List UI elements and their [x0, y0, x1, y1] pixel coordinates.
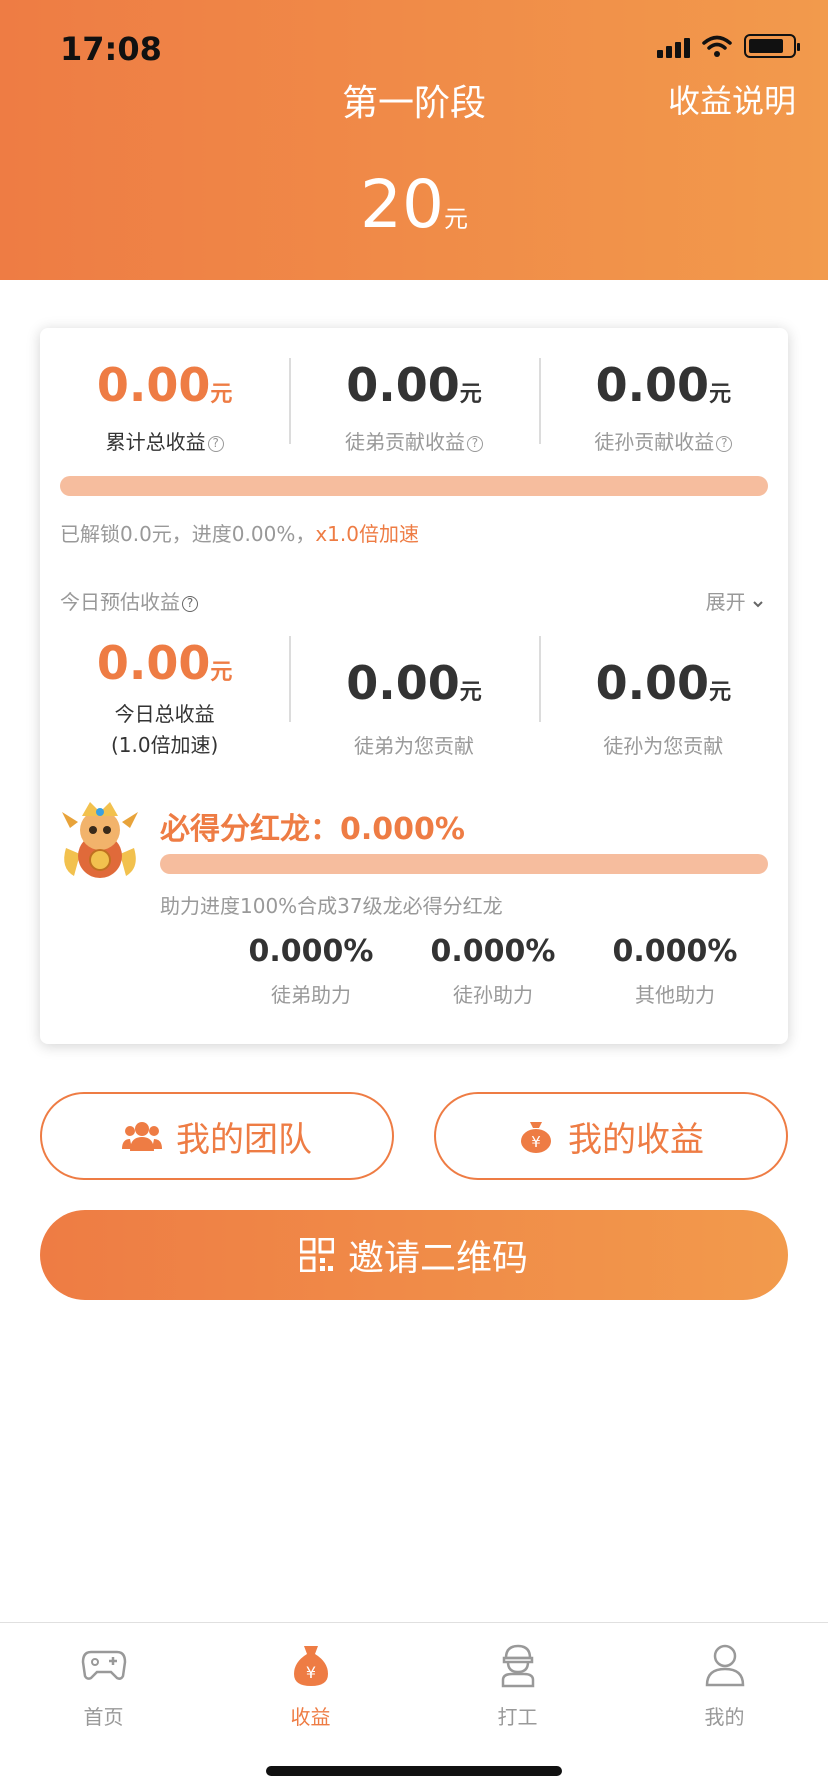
today-label: 今日预估收益? [60, 586, 198, 615]
summary-total-unit: 元 [210, 382, 233, 407]
assist-disciple: 0.000% 徒弟助力 [220, 934, 402, 1008]
stage-amount-value: 20 [360, 166, 444, 243]
tab-home[interactable]: 首页 [0, 1635, 207, 1730]
home-indicator [266, 1766, 562, 1776]
assist-grand-disciple: 0.000% 徒孙助力 [402, 934, 584, 1008]
worker-icon [501, 1644, 534, 1688]
tab-mine-label: 我的 [704, 1705, 745, 1729]
summary-total-label: 累计总收益 [105, 430, 206, 454]
help-icon[interactable]: ? [716, 435, 733, 452]
assist-grand-disciple-label: 徒孙助力 [453, 983, 533, 1007]
assist-disciple-value: 0.000% [248, 934, 374, 969]
dragon-title: 必得分红龙：0.000% [160, 812, 465, 847]
tab-home-label: 首页 [83, 1705, 124, 1729]
team-icon [122, 1122, 162, 1151]
summary-progress-bar [60, 476, 768, 496]
today-disciple-value: 0.00 [346, 656, 460, 710]
stage-amount: 20元 [0, 166, 828, 243]
summary-disciple: 0.00元 徒弟贡献收益? [289, 358, 538, 455]
assist-row: 0.000% 徒弟助力 0.000% 徒孙助力 0.000% 其他助力 [220, 934, 766, 1008]
summary-grand-disciple-label: 徒孙贡献收益 [594, 430, 715, 454]
summary-grand-disciple: 0.00元 徒孙贡献收益? [538, 358, 788, 455]
summary-row: 0.00元 累计总收益? 0.00元 徒弟贡献收益? 0.00元 徒孙贡献收益? [40, 358, 788, 455]
assist-disciple-label: 徒弟助力 [271, 983, 351, 1007]
today-grand-disciple-unit: 元 [709, 680, 732, 705]
today-total-unit: 元 [210, 660, 233, 685]
today-disciple-label: 徒弟为您贡献 [353, 734, 474, 758]
income-explain-link[interactable]: 收益说明 [668, 76, 796, 122]
signal-icon [657, 34, 690, 58]
help-icon[interactable]: ? [466, 435, 483, 452]
summary-grand-disciple-unit: 元 [709, 382, 732, 407]
today-grand-disciple: 0.00元 徒孙为您贡献 [538, 636, 788, 759]
help-icon[interactable]: ? [207, 435, 224, 452]
tab-work-label: 打工 [497, 1705, 538, 1729]
speed-text: x1.0倍加速 [315, 522, 419, 546]
my-income-button[interactable]: ¥ 我的收益 [434, 1092, 788, 1180]
today-grand-disciple-label: 徒孙为您贡献 [603, 734, 724, 758]
svg-text:¥: ¥ [531, 1133, 541, 1151]
expand-label: 展开 [705, 590, 746, 614]
progress-text-prefix: 已解锁0.0元，进度0.00%， [60, 522, 316, 546]
tab-mine[interactable]: 我的 [621, 1635, 828, 1730]
my-team-label: 我的团队 [176, 1119, 312, 1160]
today-total-value: 0.00 [96, 636, 211, 690]
stage-amount-unit: 元 [443, 205, 468, 233]
battery-icon [744, 34, 800, 58]
summary-disciple-label: 徒弟贡献收益 [344, 430, 465, 454]
help-icon[interactable]: ? [182, 595, 198, 612]
tab-income-label: 收益 [290, 1705, 331, 1729]
summary-total-value: 0.00 [96, 358, 211, 412]
dragon-description: 助力进度100%合成37级龙必得分红龙 [160, 894, 503, 918]
summary-disciple-value: 0.00 [346, 358, 460, 412]
header: 17:08 第一阶段 收益说明 20元 [0, 0, 828, 280]
dragon-icon [62, 802, 138, 878]
status-time: 17:08 [60, 30, 162, 68]
user-icon [705, 1644, 744, 1687]
my-income-label: 我的收益 [568, 1119, 704, 1160]
assist-other-label: 其他助力 [635, 983, 715, 1007]
assist-other: 0.000% 其他助力 [584, 934, 766, 1008]
today-grand-disciple-value: 0.00 [595, 656, 710, 710]
money-bag-icon: ¥ [521, 1122, 551, 1153]
wifi-icon [702, 35, 732, 57]
assist-grand-disciple-value: 0.000% [430, 934, 556, 969]
today-disciple-unit: 元 [459, 680, 482, 705]
assist-other-value: 0.000% [612, 934, 738, 969]
invite-qr-button[interactable]: 邀请二维码 [40, 1210, 788, 1300]
qr-code-icon [299, 1238, 334, 1272]
status-icons [657, 34, 800, 58]
progress-text: 已解锁0.0元，进度0.00%，x1.0倍加速 [60, 518, 419, 547]
today-disciple: 0.00元 徒弟为您贡献 [289, 636, 538, 759]
expand-toggle[interactable]: 展开 [706, 586, 764, 615]
chevron-down-icon [753, 601, 763, 608]
gamepad-icon [81, 1650, 126, 1680]
today-total: 0.00元 今日总收益 (1.0倍加速) [40, 636, 289, 759]
dragon-progress-bar [160, 854, 768, 874]
tab-work[interactable]: 打工 [414, 1635, 621, 1730]
summary-disciple-unit: 元 [459, 382, 482, 407]
today-row: 0.00元 今日总收益 (1.0倍加速) 0.00元 徒弟为您贡献 0.00元 … [40, 636, 788, 759]
summary-total: 0.00元 累计总收益? [40, 358, 289, 455]
invite-qr-label: 邀请二维码 [347, 1238, 528, 1279]
earnings-card: 0.00元 累计总收益? 0.00元 徒弟贡献收益? 0.00元 徒孙贡献收益?… [40, 328, 788, 1044]
summary-grand-disciple-value: 0.00 [595, 358, 710, 412]
svg-text:¥: ¥ [305, 1663, 315, 1682]
today-total-speed: (1.0倍加速) [110, 733, 219, 757]
tab-income[interactable]: ¥ 收益 [207, 1635, 414, 1730]
money-bag-icon: ¥ [293, 1646, 328, 1686]
today-label-text: 今日预估收益 [60, 590, 180, 614]
my-team-button[interactable]: 我的团队 [40, 1092, 394, 1180]
today-total-label: 今日总收益 [114, 702, 215, 726]
